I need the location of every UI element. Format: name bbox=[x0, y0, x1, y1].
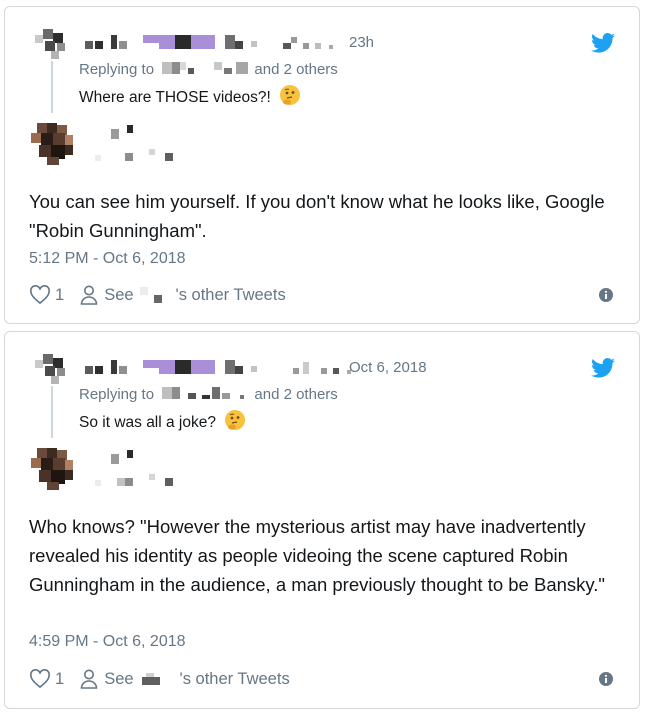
tweet-card-2: Oct 6, 2018 Replying to and 2 others So … bbox=[4, 331, 640, 709]
author-name-pixelated[interactable] bbox=[134, 285, 176, 305]
parent-tweet-text: So it was all a joke? bbox=[79, 414, 216, 431]
reply-tweet-text: You can see him yourself. If you don't k… bbox=[29, 191, 605, 241]
parent-tweet-text: Where are THOSE videos?! bbox=[79, 89, 271, 106]
info-icon[interactable] bbox=[599, 672, 613, 686]
heart-icon[interactable] bbox=[29, 285, 51, 305]
replying-to-line: Replying to and 2 others bbox=[79, 60, 338, 78]
other-tweets-label[interactable]: 's other Tweets bbox=[176, 286, 286, 305]
replying-to-prefix: Replying to bbox=[79, 61, 155, 78]
parent-username-pixelated[interactable] bbox=[85, 358, 351, 378]
reply-avatar-pixelated[interactable] bbox=[31, 123, 77, 167]
twitter-bird-icon[interactable] bbox=[591, 33, 615, 53]
heart-icon[interactable] bbox=[29, 669, 51, 689]
see-label[interactable]: See bbox=[104, 670, 133, 689]
replying-to-prefix: Replying to bbox=[79, 386, 155, 403]
parent-username-pixelated[interactable] bbox=[85, 33, 345, 53]
parent-time[interactable]: Oct 6, 2018 bbox=[349, 359, 427, 376]
reply-timestamp[interactable]: 4:59 PM - Oct 6, 2018 bbox=[29, 633, 186, 651]
reply-username-pixelated[interactable] bbox=[87, 123, 187, 167]
other-tweets-label[interactable]: 's other Tweets bbox=[180, 670, 290, 689]
parent-tweet-text-line: So it was all a joke? bbox=[79, 409, 246, 432]
parent-avatar-pixelated[interactable] bbox=[35, 29, 71, 61]
tweet-card-1: 23h Replying to and 2 others Where are T… bbox=[4, 6, 640, 324]
replying-to-line: Replying to and 2 others bbox=[79, 385, 338, 403]
replying-to-suffix[interactable]: and 2 others bbox=[254, 61, 337, 78]
person-icon bbox=[80, 285, 98, 305]
reply-avatar-pixelated[interactable] bbox=[31, 448, 77, 492]
reply-thread-line bbox=[51, 386, 53, 438]
reply-thread-line bbox=[51, 61, 53, 113]
author-name-pixelated[interactable] bbox=[134, 669, 180, 689]
reply-username-pixelated[interactable] bbox=[87, 448, 187, 492]
replying-to-handles-pixelated[interactable] bbox=[158, 385, 250, 401]
tweet-actions: 1 See 's other Tweets bbox=[29, 283, 286, 307]
tweet-actions: 1 See 's other Tweets bbox=[29, 667, 290, 691]
parent-time[interactable]: 23h bbox=[349, 34, 374, 51]
person-icon bbox=[80, 669, 98, 689]
info-icon[interactable] bbox=[599, 288, 613, 302]
like-count: 1 bbox=[55, 285, 65, 304]
like-count: 1 bbox=[55, 669, 65, 688]
replying-to-handles-pixelated[interactable] bbox=[158, 60, 250, 76]
reply-tweet-text: Who knows? "However the mysterious artis… bbox=[29, 516, 605, 595]
replying-to-suffix[interactable]: and 2 others bbox=[254, 386, 337, 403]
twitter-bird-icon[interactable] bbox=[591, 358, 615, 378]
reply-timestamp[interactable]: 5:12 PM - Oct 6, 2018 bbox=[29, 250, 186, 268]
see-label[interactable]: See bbox=[104, 286, 133, 305]
thinking-face-emoji bbox=[280, 85, 301, 105]
parent-avatar-pixelated[interactable] bbox=[35, 354, 71, 386]
thinking-face-emoji bbox=[225, 410, 246, 430]
parent-tweet-text-line: Where are THOSE videos?! bbox=[79, 84, 301, 107]
